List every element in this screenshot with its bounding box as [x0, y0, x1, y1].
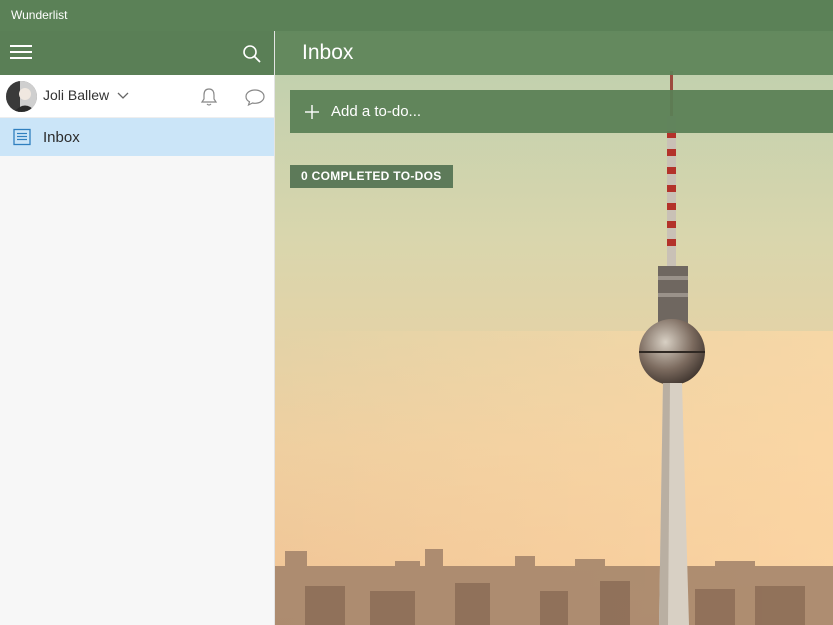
- hamburger-menu-icon[interactable]: [10, 45, 32, 61]
- add-todo-placeholder: Add a to-do...: [331, 103, 422, 120]
- plus-icon[interactable]: [303, 103, 321, 121]
- page-title: Inbox: [302, 41, 354, 64]
- sidebar: Joli Ballew Inbox: [0, 31, 275, 625]
- main-pane: Inbox Add a to-do... 0 COMPLETED TO-DOS: [275, 31, 833, 625]
- chevron-down-icon[interactable]: [116, 90, 130, 102]
- main-toolbar: Inbox: [275, 31, 833, 75]
- comments-icon[interactable]: [244, 87, 266, 107]
- list-item-label: Inbox: [43, 129, 80, 146]
- inbox-icon: [13, 128, 31, 146]
- completed-todos-button[interactable]: 0 COMPLETED TO-DOS: [290, 165, 453, 188]
- window-title: Wunderlist: [0, 0, 833, 31]
- add-todo-input[interactable]: Add a to-do...: [290, 90, 833, 133]
- avatar[interactable]: [6, 81, 37, 112]
- sidebar-toolbar: [0, 31, 274, 75]
- list-item-inbox[interactable]: Inbox: [0, 118, 274, 156]
- search-icon[interactable]: [240, 42, 264, 66]
- user-row: Joli Ballew: [0, 75, 274, 118]
- bell-icon[interactable]: [199, 87, 219, 107]
- user-name[interactable]: Joli Ballew: [43, 87, 109, 103]
